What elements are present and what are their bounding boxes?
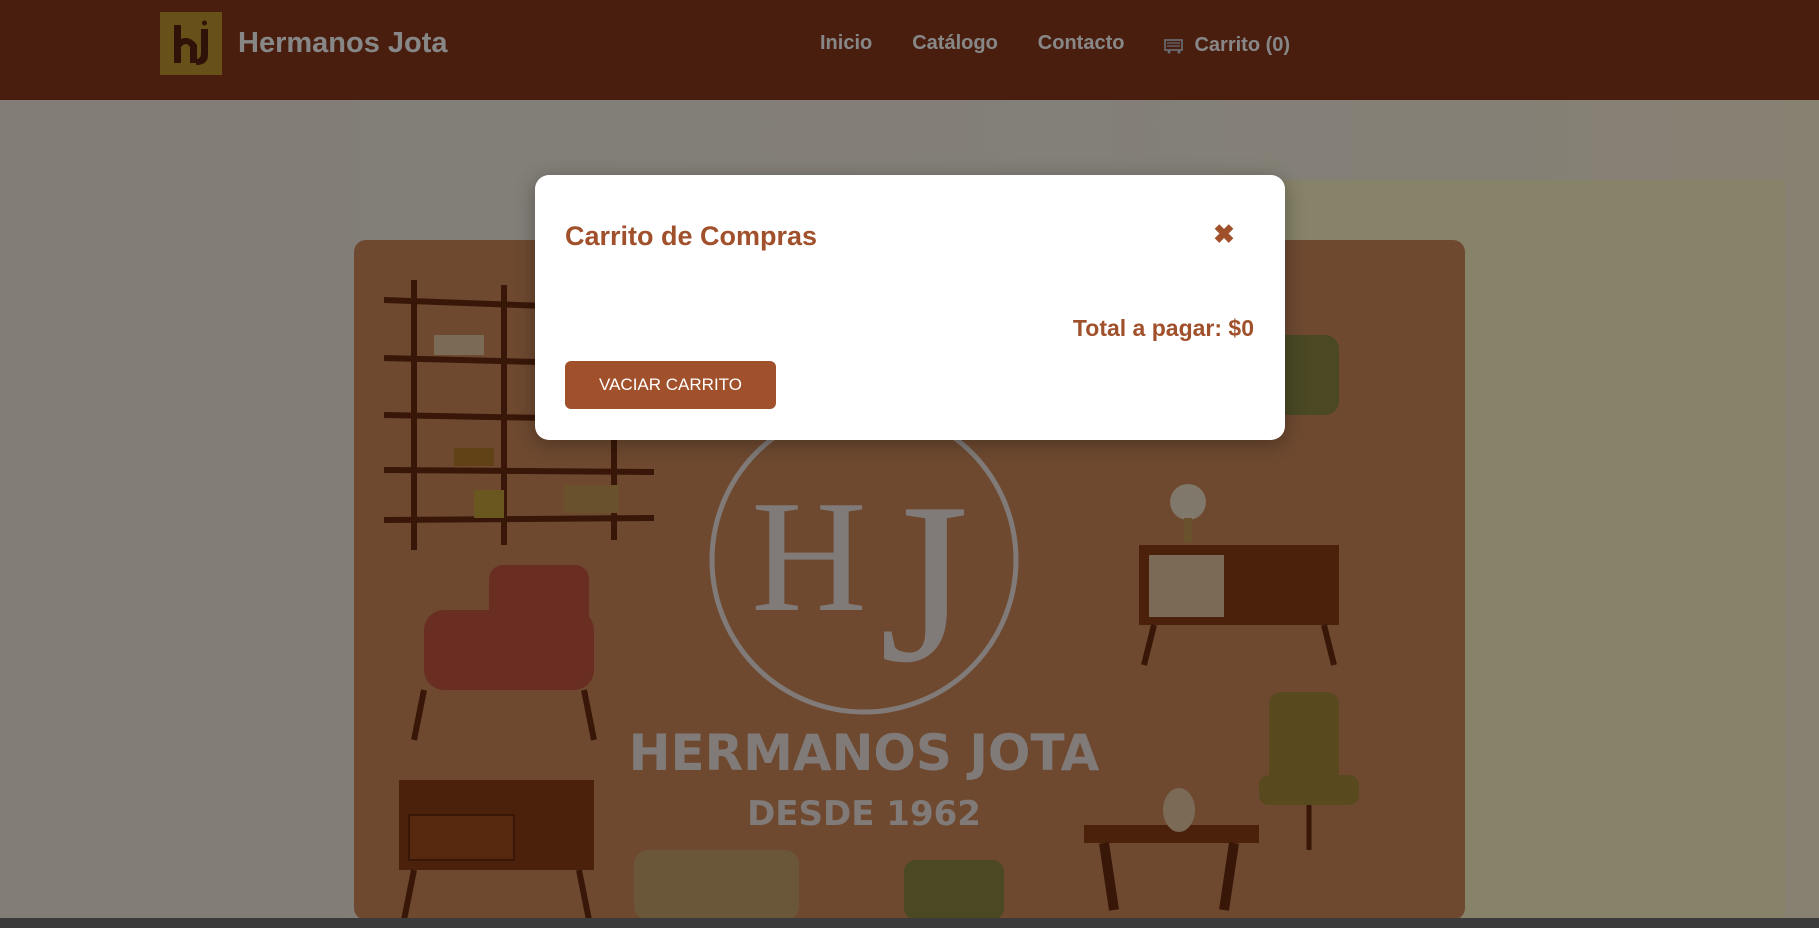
cart-total: Total a pagar: $0 bbox=[1072, 315, 1254, 341]
modal-backdrop[interactable] bbox=[0, 0, 1819, 918]
close-icon[interactable]: ✖ bbox=[1211, 221, 1237, 247]
bottom-bar bbox=[0, 918, 1819, 928]
empty-cart-button[interactable]: VACIAR CARRITO bbox=[565, 361, 776, 409]
modal-title: Carrito de Compras bbox=[565, 221, 818, 251]
cart-modal: Carrito de Compras ✖ Total a pagar: $0 V… bbox=[535, 175, 1285, 440]
